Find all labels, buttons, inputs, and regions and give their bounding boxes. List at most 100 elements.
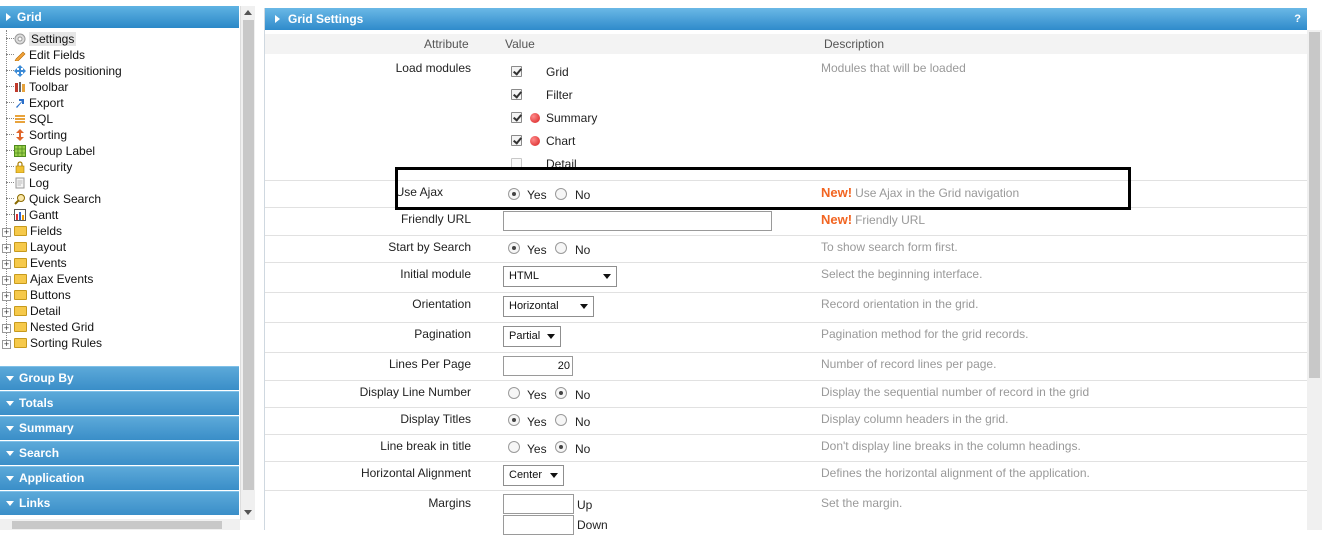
sidebar-section-group-by[interactable]: Group By <box>0 366 239 390</box>
radio-label: Yes <box>527 442 547 456</box>
gantt-chart-icon <box>14 209 26 221</box>
sidebar-item-export[interactable]: Export <box>0 95 64 111</box>
radio-label: Yes <box>527 243 547 257</box>
scroll-down-icon[interactable] <box>244 510 252 515</box>
sidebar-item-group-label[interactable]: Group Label <box>0 143 95 159</box>
radio-start-search-yes[interactable] <box>508 242 520 254</box>
row-start-by-search: Start by Search Yes No To show search fo… <box>265 236 1307 263</box>
radio-use-ajax-no[interactable] <box>555 188 567 200</box>
sidebar-section-application[interactable]: Application <box>0 466 239 490</box>
lines-per-page-input[interactable]: 20 <box>503 356 573 376</box>
checkbox-grid[interactable] <box>511 66 522 77</box>
main-vertical-scrollbar[interactable] <box>1307 30 1322 530</box>
row-load-modules: Load modules Modules that will be loaded… <box>265 55 1307 181</box>
red-dot-icon <box>530 113 540 123</box>
sidebar-item-toolbar[interactable]: Toolbar <box>0 79 68 95</box>
section-label: Summary <box>19 421 74 435</box>
radio-line-number-yes[interactable] <box>508 387 520 399</box>
sidebar-item-label: Export <box>29 96 64 110</box>
sidebar-item-sorting[interactable]: Sorting <box>0 127 67 143</box>
expand-plus-icon[interactable]: + <box>2 228 11 237</box>
radio-titles-yes[interactable] <box>508 414 520 426</box>
sidebar-header-label: Grid <box>17 10 42 24</box>
expand-plus-icon[interactable]: + <box>2 324 11 333</box>
margin-up-input[interactable] <box>503 494 574 514</box>
expand-plus-icon[interactable]: + <box>2 260 11 269</box>
sidebar-horizontal-scrollbar[interactable] <box>0 519 240 530</box>
pagination-select[interactable]: Partial <box>503 326 561 347</box>
scrollbar-thumb[interactable] <box>1309 32 1320 378</box>
folder-icon <box>14 322 27 332</box>
checkbox-summary[interactable] <box>511 112 522 123</box>
description-text: Friendly URL <box>855 213 926 227</box>
margin-down-input[interactable] <box>503 515 574 535</box>
radio-start-search-no[interactable] <box>555 242 567 254</box>
module-label: Summary <box>546 111 598 125</box>
section-label: Links <box>19 496 51 510</box>
sidebar-item-events[interactable]: + Events <box>0 255 67 271</box>
expand-plus-icon[interactable]: + <box>2 292 11 301</box>
sidebar-item-sorting-rules[interactable]: + Sorting Rules <box>0 335 102 351</box>
sidebar-item-label: Layout <box>30 240 67 254</box>
sidebar-item-label: Detail <box>30 304 61 318</box>
folder-icon <box>14 338 27 348</box>
sidebar-item-settings[interactable]: Settings <box>0 31 77 47</box>
sidebar-item-buttons[interactable]: + Buttons <box>0 287 71 303</box>
friendly-url-input[interactable] <box>503 211 772 231</box>
sidebar-item-log[interactable]: Log <box>0 175 49 191</box>
sidebar-section-links[interactable]: Links <box>0 491 239 515</box>
sidebar-item-fields-positioning[interactable]: Fields positioning <box>0 63 122 79</box>
sidebar-item-label: Toolbar <box>29 80 69 94</box>
radio-use-ajax-yes[interactable] <box>508 188 520 200</box>
toolbar-tools-icon <box>15 82 25 92</box>
orientation-select[interactable]: Horizontal <box>503 296 594 317</box>
expand-plus-icon[interactable]: + <box>2 340 11 349</box>
sidebar-item-detail[interactable]: + Detail <box>0 303 61 319</box>
sidebar-grid-header[interactable]: Grid <box>0 6 239 28</box>
grid-settings-panel: Grid Settings ? Attribute Value Descript… <box>264 8 1307 535</box>
expand-plus-icon[interactable]: + <box>2 308 11 317</box>
sidebar-item-edit-fields[interactable]: Edit Fields <box>0 47 85 63</box>
attribute-label: Orientation <box>412 297 471 311</box>
scrollbar-thumb[interactable] <box>243 20 254 490</box>
expand-plus-icon[interactable]: + <box>2 244 11 253</box>
sidebar-section-totals[interactable]: Totals <box>0 391 239 415</box>
attribute-label: Lines Per Page <box>388 357 471 371</box>
radio-titles-no[interactable] <box>555 414 567 426</box>
attribute-label: Margins <box>428 496 471 510</box>
sidebar-item-nested-grid[interactable]: + Nested Grid <box>0 319 94 335</box>
export-arrow-icon <box>16 99 24 108</box>
expand-plus-icon[interactable]: + <box>2 276 11 285</box>
scrollbar-thumb[interactable] <box>12 521 222 529</box>
checkbox-detail[interactable] <box>511 158 522 169</box>
dropdown-arrow-icon <box>603 274 611 279</box>
radio-line-break-no[interactable] <box>555 441 567 453</box>
sidebar-item-security[interactable]: Security <box>0 159 72 175</box>
folder-icon <box>14 290 27 300</box>
sidebar-item-label: Fields <box>30 224 63 238</box>
sidebar-section-search[interactable]: Search <box>0 441 239 465</box>
folder-icon <box>14 258 27 268</box>
checkbox-filter[interactable] <box>511 89 522 100</box>
horizontal-alignment-select[interactable]: Center <box>503 465 564 486</box>
initial-module-select[interactable]: HTML <box>503 266 617 287</box>
sidebar-item-fields[interactable]: + Fields <box>0 223 62 239</box>
radio-label: Yes <box>527 415 547 429</box>
magnifier-icon <box>14 194 25 205</box>
help-icon[interactable]: ? <box>1294 8 1301 30</box>
radio-line-break-yes[interactable] <box>508 441 520 453</box>
sidebar-item-gantt[interactable]: Gantt <box>0 207 58 223</box>
sidebar-section-summary[interactable]: Summary <box>0 416 239 440</box>
radio-label: No <box>575 442 591 456</box>
checkbox-chart[interactable] <box>511 135 522 146</box>
sidebar-item-ajax-events[interactable]: + Ajax Events <box>0 271 93 287</box>
sidebar-item-layout[interactable]: + Layout <box>0 239 66 255</box>
radio-line-number-no[interactable] <box>555 387 567 399</box>
dropdown-arrow-icon <box>550 473 558 478</box>
sidebar-item-quick-search[interactable]: Quick Search <box>0 191 101 207</box>
scroll-up-icon[interactable] <box>244 10 252 15</box>
row-margins: Margins Up Down Set the margin. <box>265 491 1307 535</box>
folder-icon <box>14 242 27 252</box>
sidebar-vertical-scrollbar[interactable] <box>240 6 255 520</box>
sidebar-item-sql[interactable]: SQL <box>0 111 53 127</box>
